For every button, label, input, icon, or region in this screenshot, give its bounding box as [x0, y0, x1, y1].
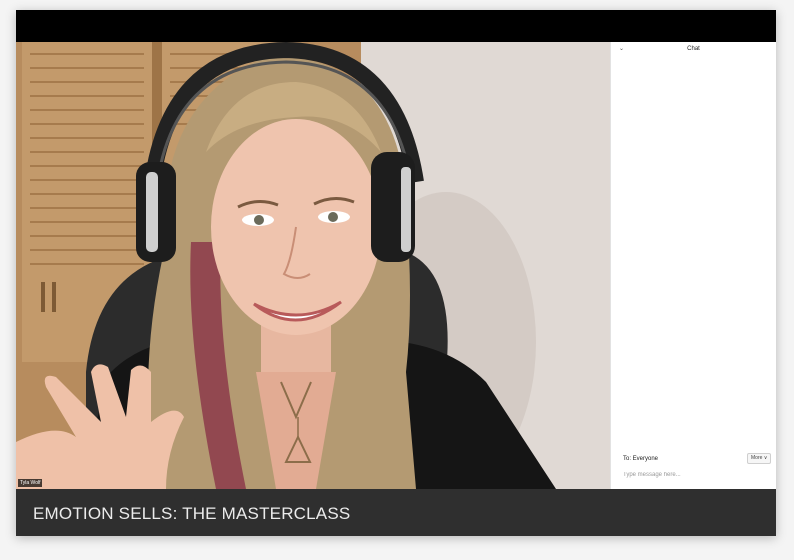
participant-name-tag: Tyla Wolf — [18, 479, 43, 487]
masterclass-title-bar: EMOTION SELLS: THE MASTERCLASS — [16, 489, 776, 536]
chat-more-button[interactable]: More ∨ — [747, 453, 772, 464]
video-feed: Tyla Wolf — [16, 42, 610, 489]
chat-message-input[interactable] — [623, 468, 769, 482]
chat-panel: ⌄ Chat To: Everyone More ∨ — [610, 42, 776, 489]
chat-header: ⌄ Chat — [611, 42, 776, 56]
chat-recipient-selector[interactable]: To: Everyone — [623, 455, 658, 463]
zoom-window: Tyla Wolf ⌄ Chat To: Everyone More ∨ EMO… — [16, 10, 776, 536]
window-top-bar — [16, 10, 776, 42]
participant-video-image — [16, 42, 610, 489]
chat-title: Chat — [687, 46, 700, 52]
masterclass-title: EMOTION SELLS: THE MASTERCLASS — [33, 504, 351, 523]
